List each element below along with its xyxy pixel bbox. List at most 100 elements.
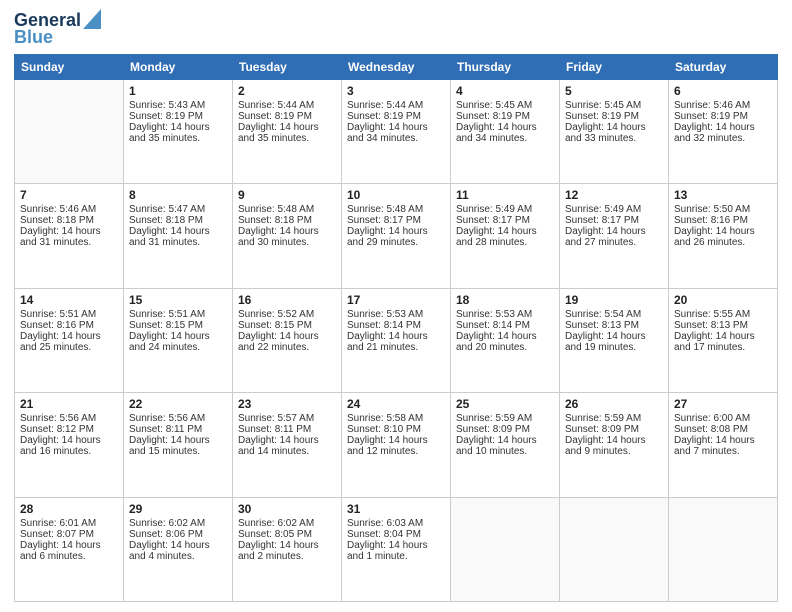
day-info-line: Sunset: 8:19 PM: [347, 111, 445, 122]
day-info-line: Sunrise: 6:02 AM: [238, 518, 336, 529]
day-info-line: Sunset: 8:18 PM: [20, 215, 118, 226]
day-info-line: and 20 minutes.: [456, 342, 554, 353]
calendar-cell: [15, 80, 124, 184]
day-info-line: Sunrise: 5:44 AM: [238, 100, 336, 111]
day-number: 19: [565, 293, 663, 307]
day-info-line: Sunset: 8:05 PM: [238, 529, 336, 540]
day-info-line: Sunset: 8:18 PM: [129, 215, 227, 226]
calendar-cell: 15Sunrise: 5:51 AMSunset: 8:15 PMDayligh…: [124, 288, 233, 392]
day-info-line: Sunset: 8:15 PM: [129, 320, 227, 331]
day-info-line: Daylight: 14 hours: [456, 435, 554, 446]
col-monday: Monday: [124, 55, 233, 80]
day-info-line: and 6 minutes.: [20, 551, 118, 562]
day-info-line: Sunset: 8:18 PM: [238, 215, 336, 226]
day-info-line: and 29 minutes.: [347, 237, 445, 248]
day-info-line: and 10 minutes.: [456, 446, 554, 457]
day-info-line: Sunset: 8:19 PM: [565, 111, 663, 122]
day-info-line: and 1 minute.: [347, 551, 445, 562]
calendar-cell: 11Sunrise: 5:49 AMSunset: 8:17 PMDayligh…: [451, 184, 560, 288]
day-info-line: Sunrise: 5:48 AM: [347, 204, 445, 215]
calendar-cell: 23Sunrise: 5:57 AMSunset: 8:11 PMDayligh…: [233, 393, 342, 497]
calendar-week-row: 21Sunrise: 5:56 AMSunset: 8:12 PMDayligh…: [15, 393, 778, 497]
day-number: 2: [238, 84, 336, 98]
day-info-line: and 27 minutes.: [565, 237, 663, 248]
day-info-line: and 28 minutes.: [456, 237, 554, 248]
day-info-line: and 26 minutes.: [674, 237, 772, 248]
calendar-cell: 2Sunrise: 5:44 AMSunset: 8:19 PMDaylight…: [233, 80, 342, 184]
day-info-line: Sunset: 8:11 PM: [238, 424, 336, 435]
day-info-line: Daylight: 14 hours: [565, 122, 663, 133]
calendar-week-row: 7Sunrise: 5:46 AMSunset: 8:18 PMDaylight…: [15, 184, 778, 288]
day-info-line: Daylight: 14 hours: [20, 435, 118, 446]
day-info-line: Sunrise: 5:59 AM: [565, 413, 663, 424]
day-info-line: and 25 minutes.: [20, 342, 118, 353]
day-info-line: Daylight: 14 hours: [238, 226, 336, 237]
calendar-cell: 20 Sunrise: 5:55 AMSunset: 8:13 PMDayligh…: [669, 288, 778, 392]
page: General Blue Sunday Monday Tuesday Wedne…: [0, 0, 792, 612]
day-info-line: Sunrise: 5:50 AM: [674, 204, 772, 215]
calendar-cell: 7Sunrise: 5:46 AMSunset: 8:18 PMDaylight…: [15, 184, 124, 288]
day-number: 11: [456, 188, 554, 202]
day-info-line: Daylight: 14 hours: [674, 331, 772, 342]
day-info-line: and 22 minutes.: [238, 342, 336, 353]
day-info-line: Sunset: 8:19 PM: [129, 111, 227, 122]
day-info-line: and 32 minutes.: [674, 133, 772, 144]
logo-triangle-icon: [83, 9, 101, 29]
day-info-line: Daylight: 14 hours: [674, 435, 772, 446]
day-info-line: Daylight: 14 hours: [456, 122, 554, 133]
header: General Blue: [14, 10, 778, 48]
day-info-line: Daylight: 14 hours: [347, 540, 445, 551]
calendar-cell: 6Sunrise: 5:46 AMSunset: 8:19 PMDaylight…: [669, 80, 778, 184]
day-number: 10: [347, 188, 445, 202]
day-info-line: Sunrise: 5:58 AM: [347, 413, 445, 424]
day-info-line: Sunset: 8:17 PM: [565, 215, 663, 226]
day-info-line: and 14 minutes.: [238, 446, 336, 457]
calendar-cell: 10 Sunrise: 5:48 AMSunset: 8:17 PMDayligh…: [342, 184, 451, 288]
day-info-line: Sunrise: 5:46 AM: [674, 100, 772, 111]
calendar-cell: 30Sunrise: 6:02 AMSunset: 8:05 PMDayligh…: [233, 497, 342, 601]
day-info-line: Sunset: 8:06 PM: [129, 529, 227, 540]
col-sunday: Sunday: [15, 55, 124, 80]
day-info-line: Sunset: 8:16 PM: [674, 215, 772, 226]
day-info-line: Sunset: 8:14 PM: [347, 320, 445, 331]
day-info-line: Sunrise: 5:48 AM: [238, 204, 336, 215]
day-info-line: Sunset: 8:19 PM: [456, 111, 554, 122]
day-info-line: Sunset: 8:19 PM: [238, 111, 336, 122]
day-info-line: Sunrise: 5:47 AM: [129, 204, 227, 215]
day-number: 21: [20, 397, 118, 411]
day-info-line: and 34 minutes.: [347, 133, 445, 144]
day-number: 13: [674, 188, 772, 202]
day-number: 23: [238, 397, 336, 411]
day-info-line: Daylight: 14 hours: [238, 435, 336, 446]
day-info-line: Sunrise: 6:01 AM: [20, 518, 118, 529]
calendar-week-row: 14Sunrise: 5:51 AMSunset: 8:16 PMDayligh…: [15, 288, 778, 392]
calendar-cell: 25Sunrise: 5:59 AMSunset: 8:09 PMDayligh…: [451, 393, 560, 497]
day-info-line: Sunrise: 5:54 AM: [565, 309, 663, 320]
day-number: 20: [674, 293, 772, 307]
day-info-line: Sunset: 8:11 PM: [129, 424, 227, 435]
day-info-line: and 24 minutes.: [129, 342, 227, 353]
logo: General Blue: [14, 10, 101, 48]
day-info-line: Daylight: 14 hours: [456, 331, 554, 342]
calendar-cell: 16Sunrise: 5:52 AMSunset: 8:15 PMDayligh…: [233, 288, 342, 392]
calendar-cell: 28Sunrise: 6:01 AMSunset: 8:07 PMDayligh…: [15, 497, 124, 601]
day-number: 3: [347, 84, 445, 98]
calendar-cell: [669, 497, 778, 601]
day-info-line: and 9 minutes.: [565, 446, 663, 457]
day-info-line: and 31 minutes.: [20, 237, 118, 248]
day-info-line: and 34 minutes.: [456, 133, 554, 144]
day-info-line: Daylight: 14 hours: [347, 226, 445, 237]
day-info-line: Daylight: 14 hours: [674, 122, 772, 133]
calendar-cell: 4 Sunrise: 5:45 AMSunset: 8:19 PMDaylight…: [451, 80, 560, 184]
day-info-line: Sunset: 8:17 PM: [347, 215, 445, 226]
day-number: 30: [238, 502, 336, 516]
day-info-line: Sunrise: 5:45 AM: [456, 100, 554, 111]
day-info-line: Sunset: 8:19 PM: [674, 111, 772, 122]
day-info-line: Sunrise: 5:55 AM: [674, 309, 772, 320]
day-number: 4: [456, 84, 554, 98]
day-info-line: Sunset: 8:13 PM: [674, 320, 772, 331]
day-info-line: Daylight: 14 hours: [565, 226, 663, 237]
day-info-line: Sunset: 8:17 PM: [456, 215, 554, 226]
calendar-header-row: Sunday Monday Tuesday Wednesday Thursday…: [15, 55, 778, 80]
day-info-line: Daylight: 14 hours: [456, 226, 554, 237]
